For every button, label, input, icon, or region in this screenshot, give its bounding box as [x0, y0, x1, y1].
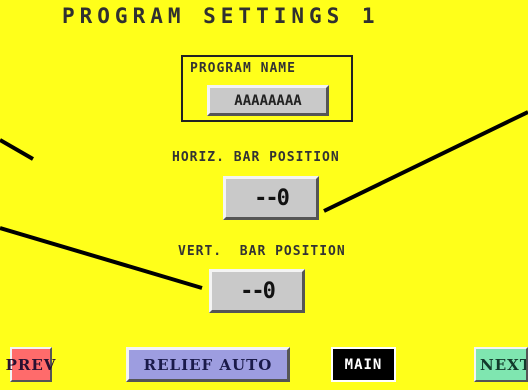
prev-button[interactable]: PREV [6, 347, 55, 382]
callout-line-right [323, 110, 528, 213]
callout-lines [0, 110, 528, 290]
callout-line-left-upper [0, 138, 34, 161]
main-button[interactable]: MAIN [331, 347, 396, 382]
callout-line-left-lower [0, 226, 203, 290]
relief-auto-button[interactable]: RELIEF AUTO [126, 347, 290, 382]
next-button[interactable]: NEXT [474, 347, 528, 382]
